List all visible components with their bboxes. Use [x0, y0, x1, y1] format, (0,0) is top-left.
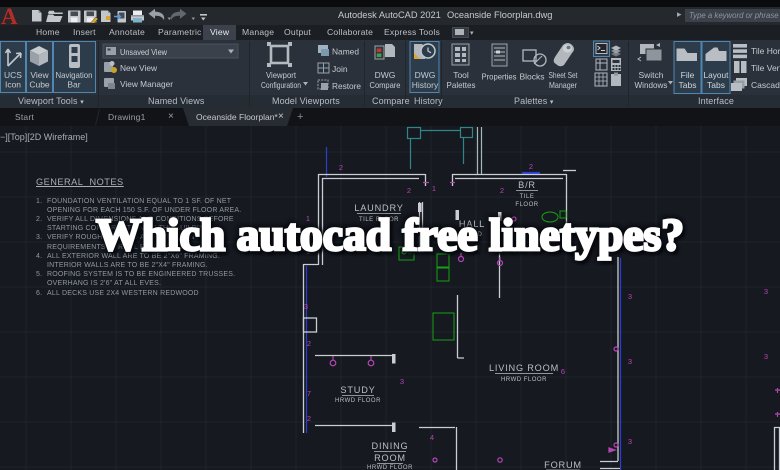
svg-text:4: 4 — [430, 433, 434, 442]
svg-text:Cube: Cube — [29, 80, 50, 90]
svg-text:3: 3 — [628, 357, 632, 366]
svg-text:UCS: UCS — [4, 70, 22, 80]
svg-text:2: 2 — [307, 339, 311, 348]
svg-text:DWG: DWG — [375, 70, 396, 80]
svg-text:Compare: Compare — [370, 80, 401, 90]
svg-text:Blocks: Blocks — [519, 72, 544, 82]
svg-text:Properties: Properties — [482, 72, 517, 82]
svg-text:Navigation: Navigation — [56, 70, 93, 80]
svg-text:FORUM: FORUM — [544, 460, 582, 470]
svg-text:3: 3 — [304, 302, 308, 311]
svg-text:New View: New View — [120, 63, 158, 73]
svg-text:3: 3 — [400, 377, 404, 386]
svg-text:B/R: B/R — [518, 180, 536, 190]
svg-text:1: 1 — [432, 184, 436, 193]
svg-text:HRWD FLOOR: HRWD FLOOR — [335, 398, 381, 404]
svg-text:3: 3 — [764, 352, 768, 361]
svg-text:3: 3 — [764, 287, 768, 296]
svg-text:LIVING ROOM: LIVING ROOM — [489, 363, 559, 373]
svg-text:2: 2 — [529, 162, 533, 171]
svg-text:Configuration: Configuration — [261, 80, 301, 90]
svg-text:DWG: DWG — [415, 70, 436, 80]
svg-text:Icon: Icon — [5, 80, 21, 90]
svg-text:2: 2 — [339, 163, 343, 172]
svg-text:DINING: DINING — [372, 441, 409, 451]
svg-text:Tile Horizontally: Tile Horizontally — [751, 46, 780, 56]
svg-text:ROOM: ROOM — [374, 453, 406, 463]
svg-text:Tabs: Tabs — [679, 80, 697, 90]
svg-text:Tabs: Tabs — [707, 80, 725, 90]
svg-text:History: History — [412, 80, 439, 90]
svg-text:Join: Join — [332, 64, 348, 74]
svg-text:Cascade: Cascade — [751, 80, 780, 90]
svg-text:STUDY: STUDY — [340, 385, 375, 395]
svg-text:Switch: Switch — [638, 70, 663, 80]
svg-text:Viewport: Viewport — [266, 70, 297, 80]
svg-text:Restore: Restore — [332, 81, 361, 91]
svg-text:HRWD FLOOR: HRWD FLOOR — [367, 465, 413, 470]
svg-text:2: 2 — [307, 414, 311, 423]
svg-text:Palettes: Palettes — [447, 80, 476, 90]
svg-text:File: File — [681, 70, 695, 80]
svg-text:Bar: Bar — [67, 80, 80, 90]
svg-text:Sheet Set: Sheet Set — [549, 70, 578, 80]
svg-text:Unsaved View: Unsaved View — [120, 47, 168, 57]
svg-text:Tool: Tool — [453, 70, 469, 80]
svg-text:6: 6 — [561, 367, 565, 376]
svg-text:Manager: Manager — [549, 80, 577, 90]
svg-text:3: 3 — [628, 292, 632, 301]
svg-text:7: 7 — [307, 389, 311, 398]
svg-text:2: 2 — [407, 186, 411, 195]
svg-text:2: 2 — [500, 186, 504, 195]
svg-text:Layout: Layout — [704, 70, 730, 80]
svg-text:View: View — [30, 70, 49, 80]
svg-text:Named: Named — [332, 47, 359, 57]
svg-text:Windows: Windows — [635, 80, 668, 90]
svg-text:3: 3 — [628, 437, 632, 446]
svg-text:View Manager: View Manager — [120, 79, 173, 89]
svg-text:HRWD FLOOR: HRWD FLOOR — [501, 377, 547, 383]
svg-text:Tile Vertically: Tile Vertically — [751, 63, 780, 73]
svg-text:TILE: TILE — [520, 194, 535, 200]
